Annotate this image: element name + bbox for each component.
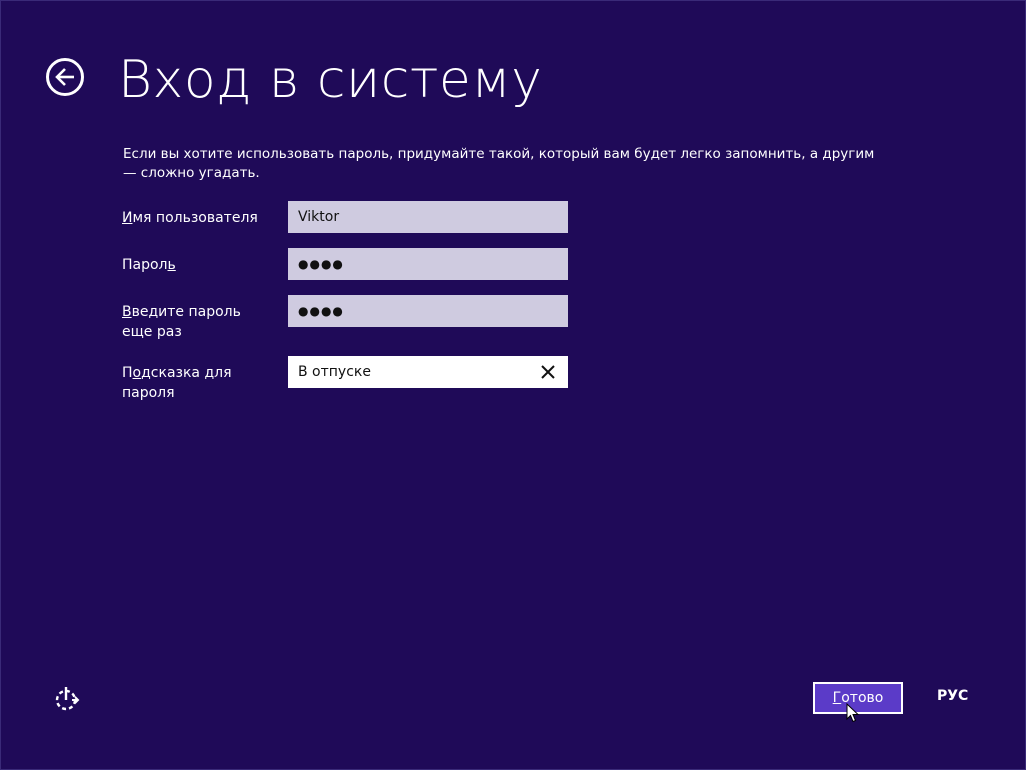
- mouse-cursor-icon: [846, 703, 860, 723]
- password-confirm-label-text: ведите пароль еще раз: [122, 304, 241, 340]
- username-label-accesskey: И: [122, 210, 133, 226]
- password-label-text: Парол: [122, 257, 168, 273]
- close-icon[interactable]: [538, 362, 558, 382]
- hint-value: В отпуске: [298, 364, 371, 380]
- done-button-accesskey: Г: [832, 690, 842, 706]
- password-confirm-label-accesskey: В: [122, 304, 132, 320]
- username-label: Имя пользователя: [122, 208, 282, 228]
- password-confirm-value: ●●●●: [298, 304, 344, 318]
- username-field[interactable]: Viktor: [288, 201, 568, 233]
- password-label-accesskey: ь: [167, 257, 176, 273]
- password-value: ●●●●: [298, 257, 344, 271]
- back-arrow-icon: [55, 68, 74, 86]
- back-button[interactable]: [46, 58, 84, 96]
- password-confirm-field[interactable]: ●●●●: [288, 295, 568, 327]
- hint-field[interactable]: В отпуске: [288, 356, 568, 388]
- password-confirm-label: Введите пароль еще раз: [122, 302, 272, 342]
- password-field[interactable]: ●●●●: [288, 248, 568, 280]
- hint-label: Подсказка для пароля: [122, 363, 282, 403]
- hint-label-start: П: [122, 365, 133, 381]
- password-label: Пароль: [122, 255, 282, 275]
- ease-of-access-icon[interactable]: [52, 684, 82, 714]
- page-title: Вход в систему: [118, 50, 543, 110]
- username-label-text: мя пользователя: [132, 210, 258, 226]
- language-indicator[interactable]: РУС: [937, 688, 968, 704]
- intro-text: Если вы хотите использовать пароль, прид…: [123, 146, 875, 181]
- hint-label-accesskey: о: [132, 365, 142, 381]
- username-value: Viktor: [298, 209, 340, 225]
